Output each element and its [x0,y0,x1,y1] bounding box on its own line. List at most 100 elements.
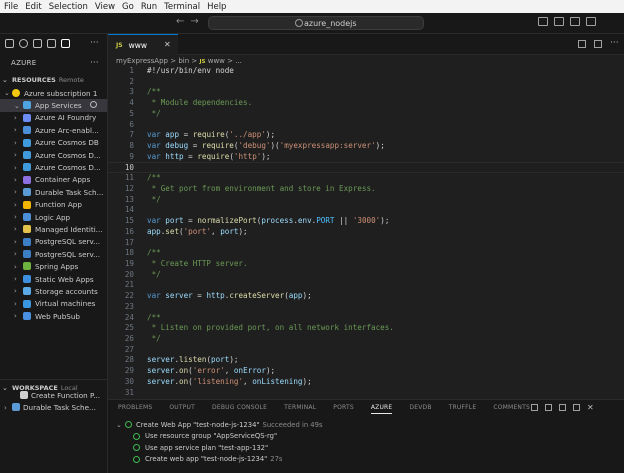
chevron-right-icon: › [14,287,17,296]
line-source: /** [147,248,161,259]
resource-item[interactable]: › Container Apps [0,174,107,186]
code-line: 30 server.on('listening', onListening); [108,377,624,388]
menu-item[interactable]: Terminal [164,2,200,12]
search-view-icon[interactable] [19,39,28,48]
resource-item[interactable]: › Azure AI Foundry [0,112,107,124]
panel-tab[interactable]: TRUFFLE [449,404,477,414]
code-line: 16 app.set('port', port); [108,227,624,238]
code-editor[interactable]: 1 #!/usr/bin/env node 2 3/** 4 * Module depe… [108,66,624,398]
customize-layout-icon[interactable] [586,17,596,26]
breadcrumb-file[interactable]: www [208,57,225,65]
tab-www[interactable]: JS www ✕ [108,34,178,55]
line-number: 24 [124,312,134,322]
chevron-right-icon: › [14,126,17,135]
panel-tab[interactable]: DEVDB [409,404,431,414]
breadcrumb-folder[interactable]: myExpressApp [116,57,168,65]
line-source: server.on('listening', onListening); [147,377,312,388]
menu-item[interactable]: Selection [49,2,88,12]
resource-item-label: Web PubSub [35,311,80,321]
settings-icon[interactable] [573,404,580,411]
forward-arrow-icon[interactable]: → [190,16,204,27]
code-token: var [147,141,161,151]
workspace-item[interactable]: Create Function P... [0,389,107,401]
menu-item[interactable]: View [95,2,115,12]
resource-item[interactable]: › Virtual machines [0,298,107,310]
resources-section-header[interactable]: ⌄ RESOURCES Remote [2,76,84,84]
resource-item[interactable]: › PostgreSQL serv... [0,236,107,248]
resource-item[interactable]: › Web PubSub [0,310,107,322]
code-token: * Listen on provided port, on all networ… [147,323,394,333]
resource-item[interactable]: › Storage accounts [0,285,107,297]
code-line: 5 */ [108,109,624,120]
collapse-icon[interactable] [559,404,566,411]
toggle-secondary-sidebar-icon[interactable] [570,17,580,26]
panel-tab[interactable]: TERMINAL [284,404,316,414]
menu-item[interactable]: Help [207,2,226,12]
back-arrow-icon[interactable]: ← [176,16,190,27]
resource-item[interactable]: › Static Web Apps [0,273,107,285]
split-editor-icon[interactable] [594,40,602,48]
activity-step[interactable]: Create web app "test-node-js-1234" 27s [114,454,619,466]
panel-tab[interactable]: DEBUG CONSOLE [212,404,267,414]
line-number: 9 [129,151,134,161]
resource-item[interactable]: › Azure Cosmos D... [0,161,107,173]
resource-item[interactable]: › PostgreSQL serv... [0,248,107,260]
resource-item[interactable]: ⌄ App Services [0,99,107,112]
resource-item-label: Azure Cosmos DB [35,138,99,148]
toggle-sidebar-icon[interactable] [538,17,548,26]
code-line: 23 [108,302,624,313]
activity-step[interactable]: Use resource group "AppServiceQS-rg" [114,431,619,443]
menu-item[interactable]: Run [141,2,157,12]
line-number: 8 [129,141,134,151]
subscription-row[interactable]: ⌄ Azure subscription 1 [0,87,107,99]
panel-tab[interactable]: AZURE [370,404,393,414]
code-token: port [165,216,184,226]
search-icon[interactable] [90,101,97,109]
code-token: */ [147,108,161,118]
activity-status: Succeeded in 49s [262,420,323,429]
resource-item[interactable]: › Managed Identiti... [0,223,107,235]
resource-item[interactable]: › Azure Cosmos D... [0,149,107,161]
resource-item[interactable]: › Azure Arc-enabl... [0,124,107,136]
panel-tab[interactable]: OUTPUT [169,404,195,414]
open-changes-icon[interactable] [578,40,586,48]
panel-tab[interactable]: COMMENTS [493,404,530,414]
panel-tab[interactable]: PROBLEMS [118,404,152,414]
menu-item[interactable]: File [4,2,18,12]
chevron-right-icon: ⌄ [14,101,20,110]
run-debug-icon[interactable] [47,39,56,48]
menu-item[interactable]: Edit [25,2,41,12]
close-icon[interactable]: ✕ [164,40,171,49]
resource-item[interactable]: › Spring Apps [0,260,107,272]
more-actions-icon[interactable]: ··· [610,39,619,48]
breadcrumb-folder[interactable]: bin [178,57,189,65]
workspace-item[interactable]: › Durable Task Sche... [0,401,107,413]
activity-step[interactable]: Use app service plan "test-app-132" [114,442,619,454]
maximize-panel-icon[interactable] [531,404,538,411]
line-source: server.on('error', onError); [147,366,275,377]
explorer-icon[interactable] [5,39,14,48]
breadcrumb-tail[interactable]: ... [235,57,242,65]
resource-item[interactable]: › Logic App [0,211,107,223]
panel-tabs: PROBLEMS OUTPUT DEBUG CONSOLE TERMINAL PORTS… [118,404,547,414]
code-line: 25 * Listen on provided port, on all net… [108,323,624,334]
azure-icon[interactable] [61,39,70,48]
source-control-icon[interactable] [33,39,42,48]
resource-item[interactable]: › Azure Cosmos DB [0,137,107,149]
panel-tab[interactable]: PORTS [333,404,354,414]
toggle-panel-icon[interactable] [554,17,564,26]
resource-item[interactable]: › Durable Task Sch... [0,186,107,198]
code-line: 28 server.listen(port); [108,355,624,366]
view-more-icon[interactable]: ··· [90,58,99,68]
line-source: */ [147,195,161,206]
more-actions-icon[interactable]: ··· [90,38,99,48]
menu-item[interactable]: Go [122,2,134,12]
code-token: app [288,291,303,301]
activity-row[interactable]: ⌄ Create Web App "test-node-js-1234" Succ… [114,419,619,431]
resource-item-label: Azure Cosmos D... [35,150,101,160]
line-number: 23 [124,301,134,311]
resource-item[interactable]: › Function App [0,199,107,211]
refresh-icon[interactable] [545,404,552,411]
close-panel-icon[interactable]: ✕ [587,404,594,412]
command-center-search[interactable]: azure_nodejs [208,16,424,30]
